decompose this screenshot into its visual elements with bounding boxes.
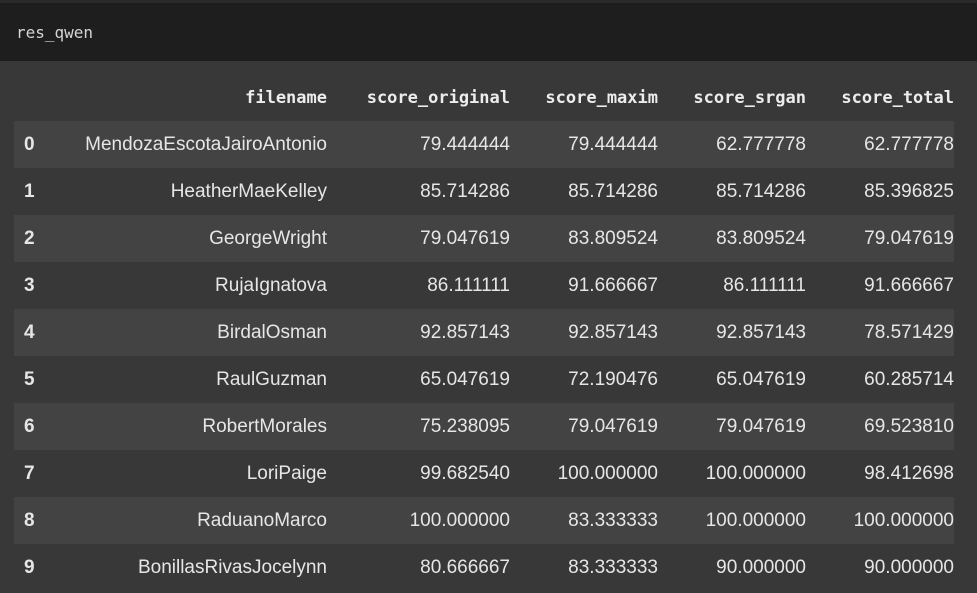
cell-filename: RujaIgnatova [215,274,327,296]
table-row: 1 HeatherMaeKelley 85.714286 85.714286 85.71… [14,168,954,215]
cell-filename: MendozaEscotaJairoAntonio [85,133,327,155]
cell-score-maxim: 79.047619 [568,415,658,437]
output-area: filename score_original score_maxim scor… [0,61,977,593]
cell-score-srgan: 100.000000 [705,509,806,531]
dataframe-table: filename score_original score_maxim scor… [14,74,954,591]
cell-score-srgan: 85.714286 [716,180,806,202]
column-header-score-maxim: score_maxim [545,87,658,108]
cell-score-srgan: 100.000000 [705,462,806,484]
cell-score-maxim: 83.333333 [568,556,658,578]
header-row: filename score_original score_maxim scor… [14,74,954,121]
table-row: 4 BirdalOsman 92.857143 92.857143 92.857143 7… [14,309,954,356]
column-header-filename: filename [245,87,327,108]
cell-score-total: 100.000000 [853,509,954,531]
cell-score-maxim: 100.000000 [557,462,658,484]
row-index: 7 [24,462,35,484]
cell-score-maxim: 91.666667 [568,274,658,296]
cell-score-maxim: 92.857143 [568,321,658,343]
cell-score-original: 65.047619 [420,368,510,390]
column-header-score-srgan: score_srgan [693,87,806,108]
cell-score-srgan: 62.777778 [716,133,806,155]
cell-score-srgan: 92.857143 [716,321,806,343]
code-text[interactable]: res_qwen [16,23,93,43]
cell-score-total: 79.047619 [864,227,954,249]
row-index: 1 [24,180,35,202]
cell-score-original: 100.000000 [409,509,510,531]
cell-score-maxim: 79.444444 [568,133,658,155]
row-index: 4 [24,321,35,343]
row-index: 2 [24,227,35,249]
cell-filename: BirdalOsman [217,321,327,343]
table-row: 2 GeorgeWright 79.047619 83.809524 83.809524… [14,215,954,262]
cell-filename: HeatherMaeKelley [170,180,327,202]
cell-score-total: 62.777778 [864,133,954,155]
cell-score-srgan: 65.047619 [716,368,806,390]
cell-score-total: 69.523810 [864,415,954,437]
table-row: 3 RujaIgnatova 86.111111 91.666667 86.111111… [14,262,954,309]
cell-score-srgan: 86.111111 [723,274,806,296]
cell-score-srgan: 83.809524 [716,227,806,249]
cell-filename: RaduanoMarco [197,509,327,531]
cell-score-total: 98.412698 [864,462,954,484]
cell-score-original: 79.047619 [420,227,510,249]
cell-score-maxim: 83.333333 [568,509,658,531]
cell-score-original: 86.111111 [427,274,510,296]
cell-score-maxim: 83.809524 [568,227,658,249]
cell-filename: LoriPaige [246,462,327,484]
cell-filename: GeorgeWright [209,227,327,249]
cell-filename: RobertMorales [202,415,327,437]
table-row: 0 MendozaEscotaJairoAntonio 79.444444 79.44… [14,121,954,168]
cell-score-maxim: 85.714286 [568,180,658,202]
cell-score-total: 60.285714 [864,368,954,390]
row-index: 5 [24,368,35,390]
table-row: 7 LoriPaige 99.682540 100.000000 100.000000 9… [14,450,954,497]
cell-score-original: 79.444444 [420,133,510,155]
row-index: 6 [24,415,35,437]
column-header-score-original: score_original [366,87,510,108]
table-row: 6 RobertMorales 75.238095 79.047619 79.04761… [14,403,954,450]
cell-score-srgan: 79.047619 [716,415,806,437]
table-row: 8 RaduanoMarco 100.000000 83.333333 100.0000… [14,497,954,544]
row-index: 3 [24,274,35,296]
column-header-score-total: score_total [841,87,954,108]
cell-score-original: 92.857143 [420,321,510,343]
cell-score-total: 85.396825 [864,180,954,202]
cell-filename: RaulGuzman [216,368,327,390]
cell-score-original: 75.238095 [420,415,510,437]
cell-score-original: 80.666667 [420,556,510,578]
cell-score-total: 91.666667 [864,274,954,296]
cell-score-original: 99.682540 [420,462,510,484]
table-row: 5 RaulGuzman 65.047619 72.190476 65.047619 60… [14,356,954,403]
index-header [14,74,50,121]
cell-score-total: 90.000000 [864,556,954,578]
cell-score-srgan: 90.000000 [716,556,806,578]
row-index: 9 [24,556,35,578]
cell-score-total: 78.571429 [864,321,954,343]
cell-filename: BonillasRivasJocelynn [137,556,327,578]
cell-score-maxim: 72.190476 [568,368,658,390]
table-body: 0 MendozaEscotaJairoAntonio 79.444444 79.44… [14,121,954,591]
row-index: 0 [24,133,35,155]
row-index: 8 [24,509,35,531]
code-cell[interactable]: res_qwen [0,3,977,61]
cell-score-original: 85.714286 [420,180,510,202]
table-row: 9 BonillasRivasJocelynn 80.666667 83.333333… [14,544,954,591]
